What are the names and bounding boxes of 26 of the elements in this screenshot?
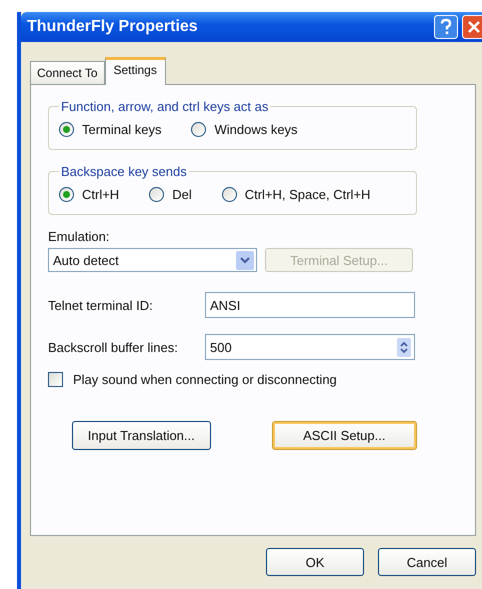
dialog-button[interactable]: Input Translation... [72,421,211,450]
radio-option[interactable]: Ctrl+H [59,187,120,202]
dialog-button[interactable]: ASCII Setup... [272,421,417,450]
emulation-dropdown[interactable]: Auto detect [48,248,257,272]
radio-option[interactable]: Terminal keys [59,122,162,137]
radio-option[interactable]: Del [149,187,192,202]
telnet-id-field[interactable]: ANSI [205,292,415,318]
tab[interactable]: Connect To [30,61,104,84]
dialog-button[interactable]: OK [266,548,364,576]
checkbox-label: Play sound when connecting or disconnecting [73,372,337,387]
dialog-button[interactable]: Cancel [378,548,476,576]
emulation-label: Emulation: [48,229,110,244]
window-title: ThunderFly Properties [27,18,198,36]
radio-label: Ctrl+H [82,187,120,202]
radio-option[interactable]: Ctrl+H, Space, Ctrl+H [222,187,370,202]
tab[interactable]: Settings [104,57,166,85]
backscroll-spinbox[interactable]: 500 [205,334,415,360]
radio-label: Del [172,187,192,202]
radio-label: Ctrl+H, Space, Ctrl+H [244,187,370,202]
radio-option[interactable]: Windows keys [191,122,298,137]
group-title: Function, arrow, and ctrl keys act as [60,99,270,114]
radio-label: Terminal keys [82,122,162,137]
backscroll-label: Backscroll buffer lines: [48,340,179,354]
telnet-id-label: Telnet terminal ID: [48,298,154,312]
group-title: Backspace key sends [60,164,188,179]
radio-label: Windows keys [214,122,298,137]
